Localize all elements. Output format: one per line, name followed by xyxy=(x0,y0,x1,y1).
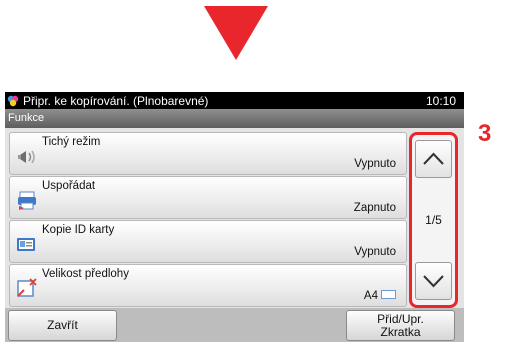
section-header: Funkce xyxy=(5,109,464,128)
function-value-text: A4 xyxy=(363,290,378,302)
close-button[interactable]: Zavřít xyxy=(8,310,117,341)
function-value: Vypnuto xyxy=(354,158,396,170)
original-size-icon xyxy=(17,278,37,297)
quiet-mode-icon xyxy=(18,150,35,164)
add-edit-shortcut-button[interactable]: Přid/Upr. Zkratka xyxy=(346,310,455,341)
scroll-down-button[interactable] xyxy=(415,262,452,300)
step-callout: 3 xyxy=(478,120,492,147)
section-label: Funkce xyxy=(8,112,45,124)
scroll-up-button[interactable] xyxy=(415,140,452,178)
screen-title: Připr. ke kopírování. (Plnobarevné) xyxy=(23,94,209,108)
function-value: Zapnuto xyxy=(353,202,396,214)
copy-panel: Připr. ke kopírování. (Plnobarevné) 10:1… xyxy=(5,92,464,342)
function-row-quiet-mode[interactable]: Tichý režim Vypnuto xyxy=(9,132,407,175)
copy-status-icon xyxy=(7,95,19,107)
paper-size-icon xyxy=(381,290,396,299)
footer-bar: Zavřít Přid/Upr. Zkratka xyxy=(5,308,464,342)
collate-icon xyxy=(18,191,36,210)
function-label: Velikost předlohy xyxy=(42,268,129,280)
chevron-down-icon xyxy=(423,275,444,288)
function-row-id-card-copy[interactable]: Kopie ID karty Vypnuto xyxy=(9,220,407,263)
scroll-control: 1/5 xyxy=(409,132,458,308)
title-bar: Připr. ke kopírování. (Plnobarevné) 10:1… xyxy=(5,92,464,109)
down-arrow-indicator xyxy=(204,6,268,60)
function-label: Kopie ID karty xyxy=(42,224,115,236)
id-card-icon xyxy=(17,238,35,251)
clock: 10:10 xyxy=(425,94,456,108)
function-value: A4 xyxy=(364,290,396,302)
function-label: Uspořádat xyxy=(42,180,96,192)
function-row-original-size[interactable]: Velikost předlohy A4 xyxy=(9,264,407,307)
page-indicator: 1/5 xyxy=(425,213,442,227)
chevron-up-icon xyxy=(423,152,444,165)
function-label: Tichý režim xyxy=(42,136,101,148)
add-edit-label-line2: Zkratka xyxy=(380,325,421,339)
function-row-collate[interactable]: Uspořádat Zapnuto xyxy=(9,176,407,219)
function-value: Vypnuto xyxy=(354,246,396,258)
